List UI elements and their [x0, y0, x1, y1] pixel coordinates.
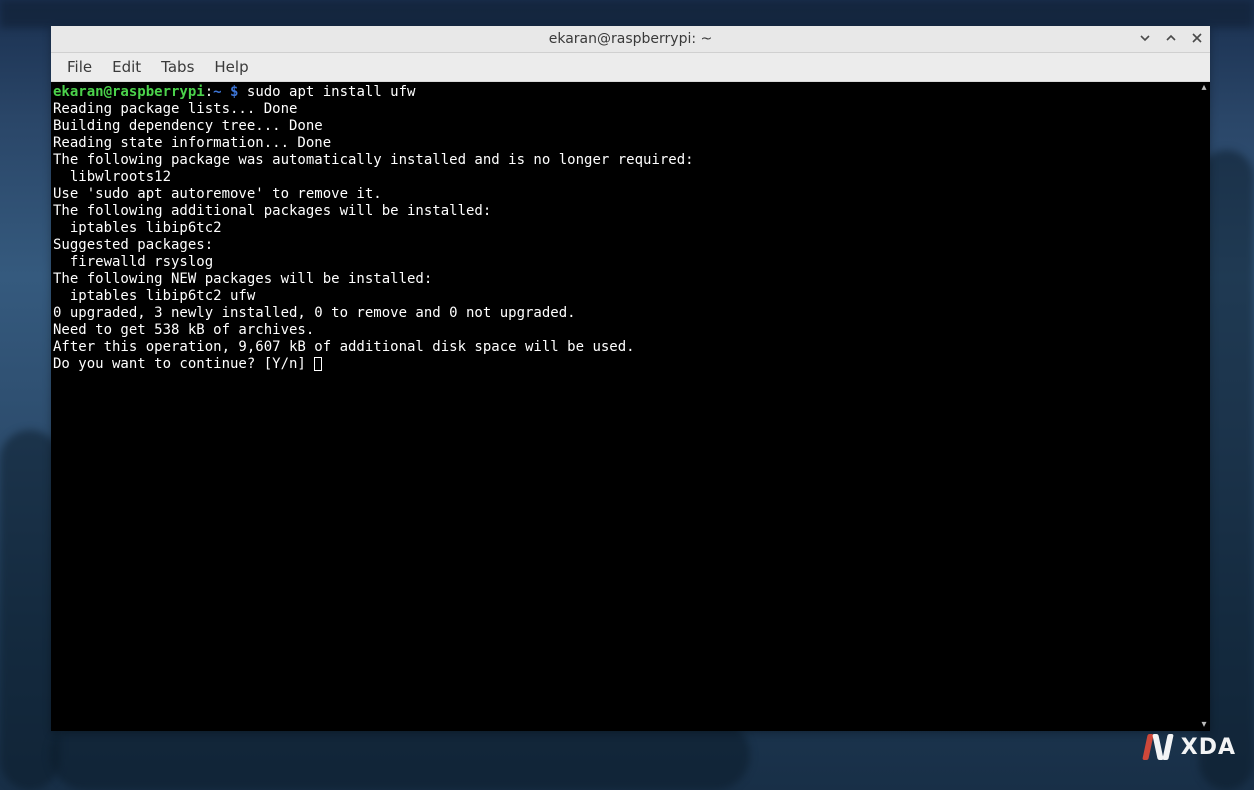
- output-line: The following additional packages will b…: [53, 203, 491, 219]
- window-title: ekaran@raspberrypi: ~: [51, 31, 1210, 47]
- titlebar[interactable]: ekaran@raspberrypi: ~: [51, 26, 1210, 53]
- wallpaper-top-bar: [0, 0, 1254, 28]
- output-line: Suggested packages:: [53, 237, 213, 253]
- command-text: sudo apt install ufw: [238, 84, 415, 100]
- output-line: Building dependency tree... Done: [53, 118, 323, 134]
- xda-logo-text: XDA: [1181, 735, 1236, 760]
- window-controls: [1136, 29, 1206, 47]
- xda-logo-icon: [1145, 732, 1175, 762]
- output-line: The following package was automatically …: [53, 152, 694, 168]
- terminal-output[interactable]: ekaran@raspberrypi:~ $ sudo apt install …: [51, 82, 1198, 731]
- terminal-area: ekaran@raspberrypi:~ $ sudo apt install …: [51, 82, 1210, 731]
- minimize-button[interactable]: [1136, 29, 1154, 47]
- output-line: The following NEW packages will be insta…: [53, 271, 432, 287]
- menu-help[interactable]: Help: [204, 54, 258, 80]
- output-prompt-continue: Do you want to continue? [Y/n]: [53, 356, 314, 372]
- scrollbar-up-icon[interactable]: ▴: [1198, 82, 1210, 94]
- chevron-down-icon: [1139, 32, 1151, 44]
- output-line: libwlroots12: [53, 169, 171, 185]
- prompt-colon: :: [205, 84, 213, 100]
- terminal-scrollbar[interactable]: ▴ ▾: [1198, 82, 1210, 731]
- menu-tabs[interactable]: Tabs: [151, 54, 204, 80]
- xda-watermark: XDA: [1145, 732, 1236, 762]
- chevron-up-icon: [1165, 32, 1177, 44]
- terminal-cursor: [314, 357, 322, 371]
- prompt-user-host: ekaran@raspberrypi: [53, 84, 205, 100]
- close-icon: [1191, 32, 1203, 44]
- output-line: After this operation, 9,607 kB of additi…: [53, 339, 635, 355]
- menubar: File Edit Tabs Help: [51, 53, 1210, 82]
- output-line: iptables libip6tc2: [53, 220, 222, 236]
- output-line: Use 'sudo apt autoremove' to remove it.: [53, 186, 382, 202]
- output-line: Reading package lists... Done: [53, 101, 297, 117]
- maximize-button[interactable]: [1162, 29, 1180, 47]
- menu-edit[interactable]: Edit: [102, 54, 151, 80]
- output-line: Reading state information... Done: [53, 135, 331, 151]
- menu-file[interactable]: File: [57, 54, 102, 80]
- terminal-window: ekaran@raspberrypi: ~ File Edit Tabs Hel…: [51, 26, 1210, 731]
- scrollbar-down-icon[interactable]: ▾: [1198, 719, 1210, 731]
- output-line: firewalld rsyslog: [53, 254, 213, 270]
- output-line: 0 upgraded, 3 newly installed, 0 to remo…: [53, 305, 576, 321]
- prompt-path: ~: [213, 84, 221, 100]
- output-line: iptables libip6tc2 ufw: [53, 288, 255, 304]
- output-line: Need to get 538 kB of archives.: [53, 322, 314, 338]
- close-button[interactable]: [1188, 29, 1206, 47]
